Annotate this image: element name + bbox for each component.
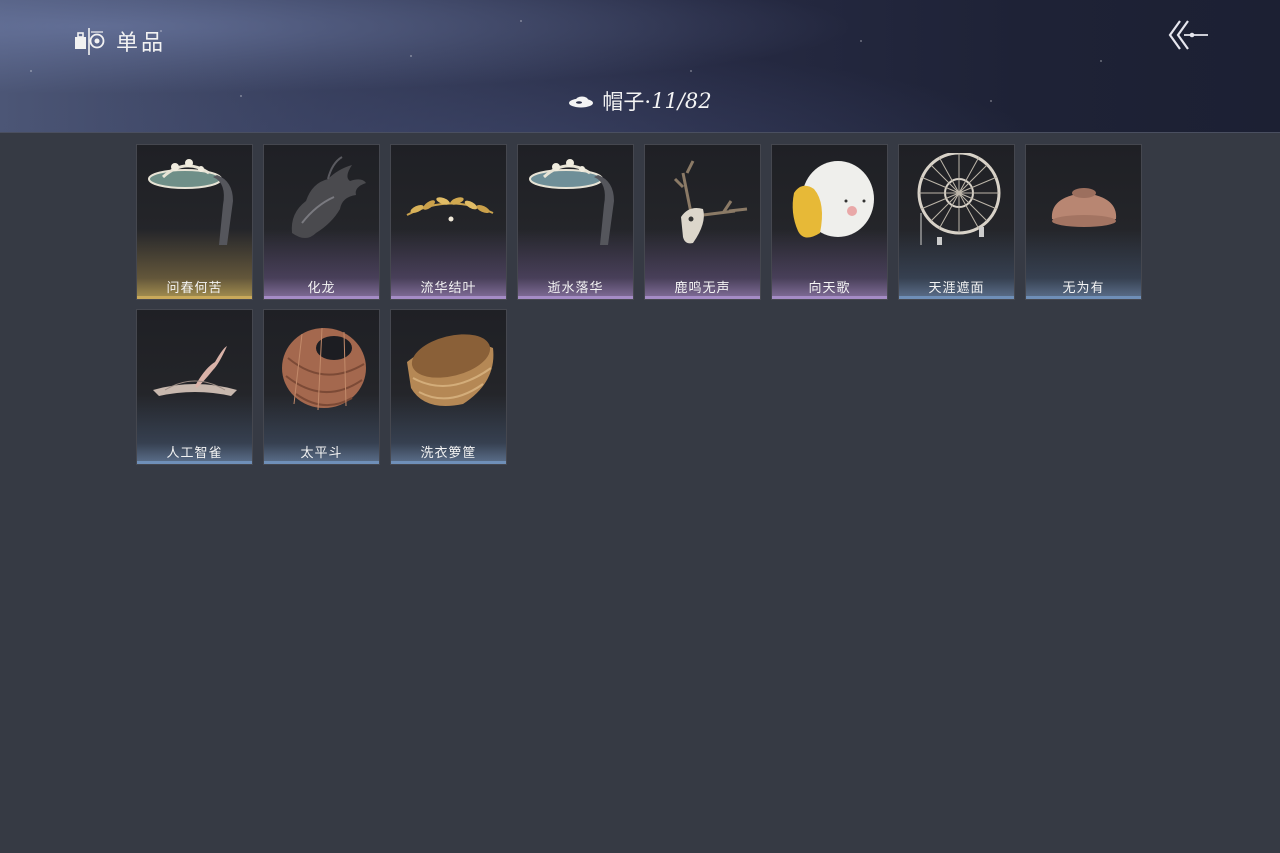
category-count: 11/82 [651, 89, 712, 113]
item-name: 太平斗 [300, 446, 343, 461]
item-card[interactable]: 人工智雀 [136, 309, 253, 465]
category-heading: 帽子· 11/82 [0, 86, 1280, 116]
item-card[interactable]: 天涯遮面 [898, 144, 1015, 300]
wardrobe-icon [75, 28, 105, 55]
hat-icon [569, 96, 594, 108]
woven-veil-hat-icon [917, 153, 1001, 245]
wicker-basket-hat-icon [282, 327, 366, 411]
item-name: 流华结叶 [420, 281, 477, 296]
golden-leaf-wreath-icon [406, 197, 494, 222]
category-label: 帽子· [602, 90, 652, 114]
item-name: 洗衣箩筐 [420, 446, 477, 461]
item-card[interactable]: 逝水落华 [517, 144, 634, 300]
back-arrows-icon[interactable] [1162, 16, 1212, 54]
item-card[interactable]: 向天歌 [771, 144, 888, 300]
item-name: 化龙 [307, 281, 336, 296]
page-title: 单品 [116, 31, 167, 56]
clay-bowl-hat-icon [1051, 188, 1117, 227]
laundry-basket-hat-icon [407, 334, 494, 406]
item-name: 逝水落华 [547, 281, 604, 296]
item-name: 天涯遮面 [928, 281, 985, 296]
goose-hood-icon [792, 161, 874, 238]
item-card[interactable]: 化龙 [263, 144, 380, 300]
item-name: 向天歌 [808, 281, 851, 296]
item-card[interactable]: 太平斗 [263, 309, 380, 465]
item-card[interactable]: 问春何苦 [136, 144, 253, 300]
item-name: 无为有 [1062, 281, 1105, 296]
page-title-group: 单品 [74, 24, 166, 58]
dragon-headpiece-icon [291, 156, 366, 238]
deer-skull-icon [673, 160, 748, 244]
item-name: 鹿鸣无声 [674, 281, 731, 296]
header-banner: 单品 帽子· 11/82 [0, 0, 1280, 133]
bird-rope-hat-icon [153, 346, 237, 396]
item-card[interactable]: 洗衣箩筐 [390, 309, 507, 465]
veiled-crown-hat-icon [148, 159, 233, 245]
item-card[interactable]: 流华结叶 [390, 144, 507, 300]
item-name: 问春何苦 [166, 281, 223, 296]
item-card[interactable]: 鹿鸣无声 [644, 144, 761, 300]
item-name: 人工智雀 [166, 446, 223, 461]
item-card[interactable]: 无为有 [1025, 144, 1142, 300]
veiled-crown-hat-icon [529, 159, 614, 245]
